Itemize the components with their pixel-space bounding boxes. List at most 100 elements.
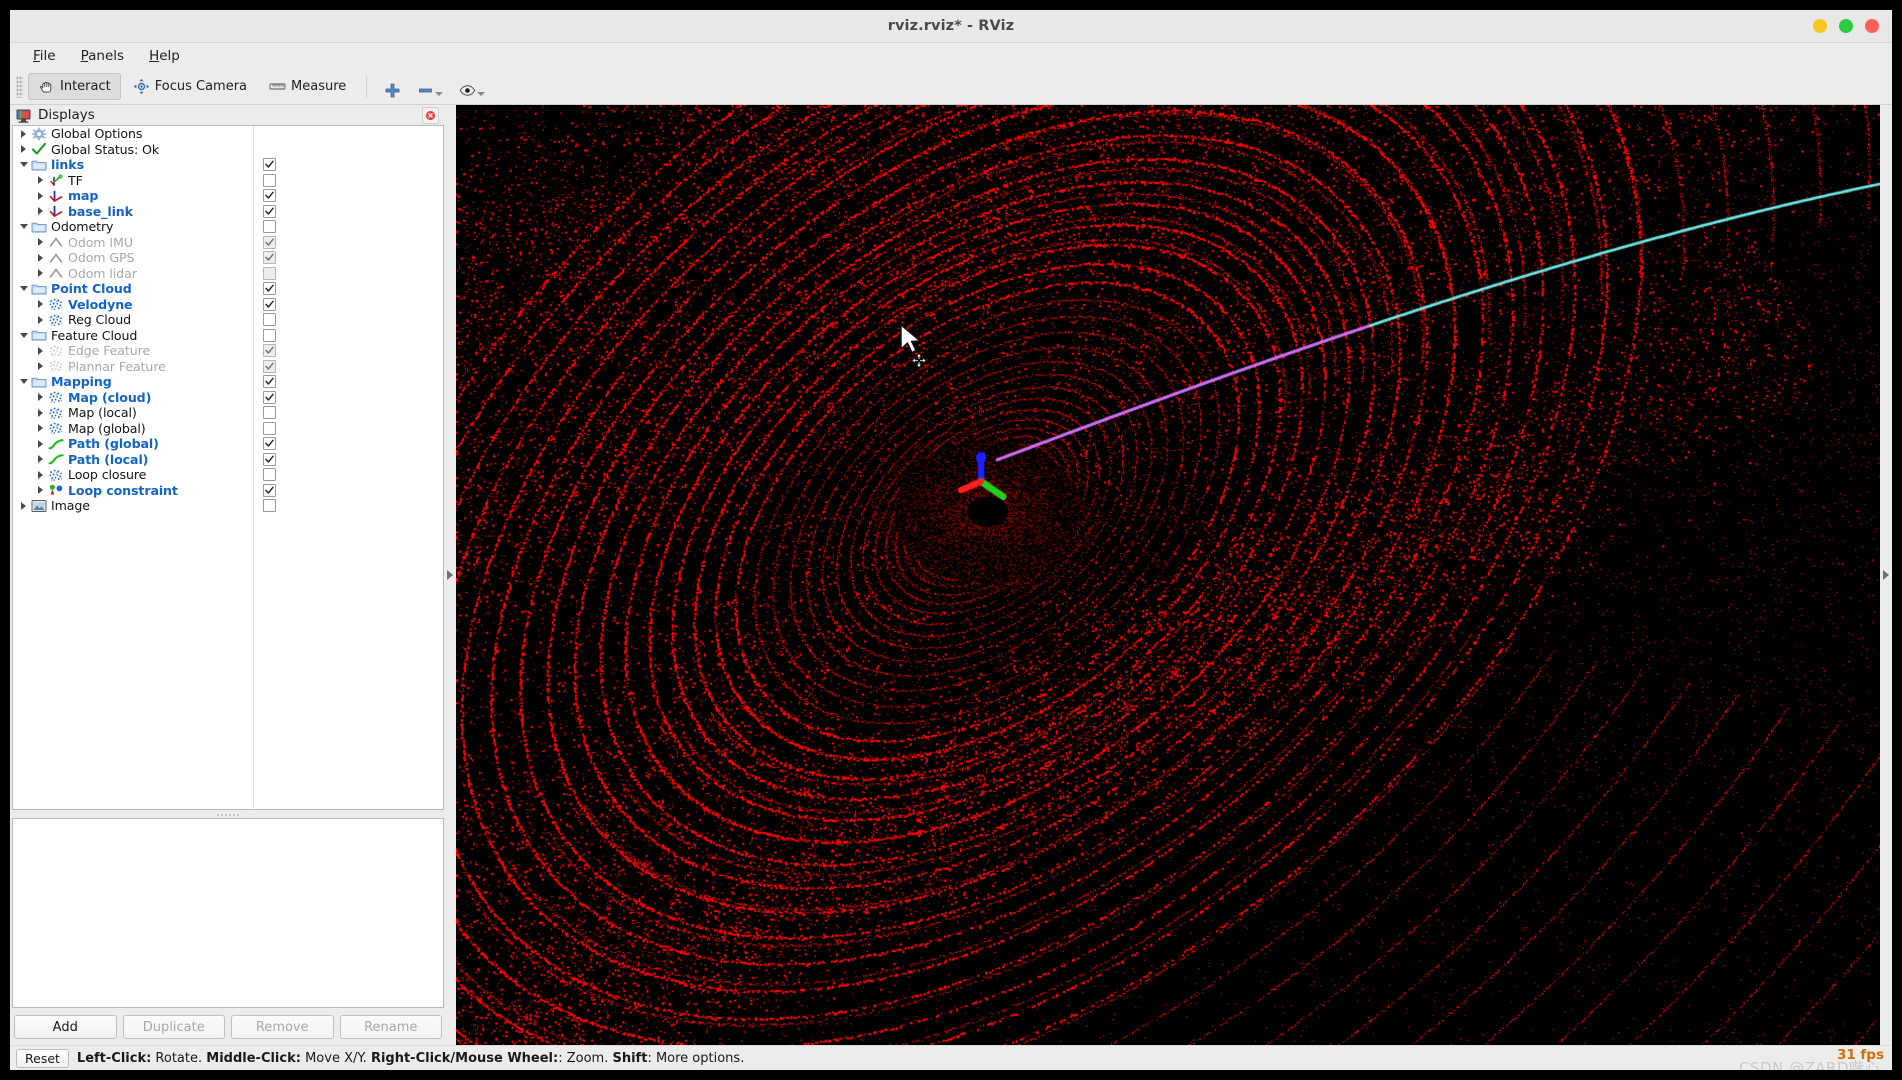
point-cloud-canvas[interactable] [456,105,1880,1045]
tree-item-feature-cloud[interactable]: Feature Cloud [13,328,253,344]
property-editor-panel[interactable] [12,818,444,1008]
expand-arrow-open-icon[interactable] [16,332,31,338]
panel-splitter-horizontal[interactable] [12,810,444,818]
checkbox-links[interactable] [263,158,276,172]
tree-item-reg-cloud[interactable]: Reg Cloud [13,312,253,328]
tree-item-odometry[interactable]: Odometry [13,219,253,235]
tree-checkbox-row [254,204,443,220]
reset-view-button[interactable]: Reset [16,1048,69,1068]
remove-tool-button[interactable] [410,74,450,99]
chevron-icon [38,253,43,262]
checkbox-velodyne[interactable] [263,297,276,311]
tree-item-point-cloud[interactable]: Point Cloud [13,281,253,297]
expand-arrow-closed-icon[interactable] [16,501,31,510]
add-display-button[interactable]: Add [14,1015,117,1039]
render-viewport-3d[interactable] [456,105,1880,1045]
tree-item-loop-closure[interactable]: Loop closure [13,467,253,483]
expand-arrow-closed-icon[interactable] [33,176,48,185]
displays-tree[interactable]: Global Options Global Status: Ok links T… [12,125,444,810]
expand-arrow-closed-icon[interactable] [33,253,48,262]
tool-focus-camera[interactable]: Focus Camera [123,73,257,100]
expand-arrow-closed-icon[interactable] [16,145,31,154]
checkbox-base-link[interactable] [263,204,276,218]
expand-arrow-closed-icon[interactable] [33,269,48,278]
tree-item-map-local[interactable]: Map (local) [13,405,253,421]
tree-item-odom-lidar[interactable]: Odom lidar [13,266,253,282]
checkbox-tf[interactable] [263,173,276,187]
left-splitter-collapse[interactable] [444,105,456,1045]
expand-arrow-closed-icon[interactable] [16,129,31,138]
odometry-arrow-icon [49,237,63,248]
tree-item-global-status-ok[interactable]: Global Status: Ok [13,142,253,158]
tree-item-map-global[interactable]: Map (global) [13,421,253,437]
tree-item-mapping[interactable]: Mapping [13,374,253,390]
tf-axes-icon [50,174,63,187]
tool-measure[interactable]: Measure [259,73,356,100]
checkbox-path-global[interactable] [263,437,276,451]
expand-arrow-closed-icon[interactable] [33,439,48,448]
expand-arrow-closed-icon[interactable] [33,455,48,464]
tree-item-base-link[interactable]: base_link [13,204,253,220]
expand-arrow-open-icon[interactable] [16,286,31,292]
tree-item-image[interactable]: Image [13,498,253,514]
tree-item-path-global[interactable]: Path (global) [13,436,253,452]
tree-item-path-local[interactable]: Path (local) [13,452,253,468]
point-cloud-icon [49,422,63,435]
expand-arrow-open-icon[interactable] [16,162,31,168]
expand-arrow-open-icon[interactable] [16,224,31,230]
expand-arrow-closed-icon[interactable] [33,486,48,495]
displays-panel-close-button[interactable] [422,106,439,124]
tree-item-odom-imu[interactable]: Odom IMU [13,235,253,251]
expand-arrow-closed-icon[interactable] [33,470,48,479]
checkbox-map[interactable] [263,189,276,203]
checkbox-odometry[interactable] [263,220,276,234]
expand-arrow-closed-icon[interactable] [33,408,48,417]
checkbox-map-local[interactable] [263,406,276,420]
checkbox-loop-constraint[interactable] [263,483,276,497]
minimize-button[interactable] [1813,19,1827,33]
tree-item-edge-feature[interactable]: Edge Feature [13,343,253,359]
expand-arrow-closed-icon[interactable] [33,424,48,433]
expand-arrow-closed-icon[interactable] [33,346,48,355]
checkbox-reg-cloud[interactable] [263,313,276,327]
tree-item-global-options[interactable]: Global Options [13,126,253,142]
checkbox-path-local[interactable] [263,452,276,466]
tree-item-label: Velodyne [68,296,133,312]
tree-item-tf[interactable]: TF [13,173,253,189]
checkbox-map-cloud[interactable] [263,390,276,404]
expand-arrow-closed-icon[interactable] [33,238,48,247]
checkbox-feature-cloud[interactable] [263,328,276,342]
tree-item-plannar-feature[interactable]: Plannar Feature [13,359,253,375]
tree-item-velodyne[interactable]: Velodyne [13,297,253,313]
toolbar-grip[interactable] [16,75,23,98]
tree-item-loop-constraint[interactable]: Loop constraint [13,483,253,499]
expand-arrow-closed-icon[interactable] [33,393,48,402]
checkbox-loop-closure[interactable] [263,468,276,482]
menu-help[interactable]: Help [138,46,191,66]
checkbox-map-global[interactable] [263,421,276,435]
maximize-button[interactable] [1839,19,1853,33]
view-tool-button[interactable] [452,74,492,99]
tree-item-label: Odometry [51,219,114,235]
right-splitter-collapse[interactable] [1880,105,1892,1045]
menu-panels[interactable]: Panels [70,46,135,66]
tree-item-links[interactable]: links [13,157,253,173]
close-button[interactable] [1865,19,1879,33]
expand-arrow-closed-icon[interactable] [33,362,48,371]
tree-item-label: Edge Feature [68,343,151,359]
tree-item-odom-gps[interactable]: Odom GPS [13,250,253,266]
tool-interact[interactable]: Interact [28,73,121,100]
expand-arrow-closed-icon[interactable] [33,207,48,216]
expand-arrow-closed-icon[interactable] [33,300,48,309]
tree-item-label: Path (local) [68,451,149,467]
expand-arrow-closed-icon[interactable] [33,315,48,324]
add-tool-button[interactable] [377,74,408,99]
expand-arrow-closed-icon[interactable] [33,191,48,200]
tree-item-map[interactable]: map [13,188,253,204]
menu-file[interactable]: File [22,46,67,66]
checkbox-mapping[interactable] [263,375,276,389]
expand-arrow-open-icon[interactable] [16,379,31,385]
checkbox-point-cloud[interactable] [263,282,276,296]
checkbox-image[interactable] [263,499,276,513]
tree-item-map-cloud[interactable]: Map (cloud) [13,390,253,406]
